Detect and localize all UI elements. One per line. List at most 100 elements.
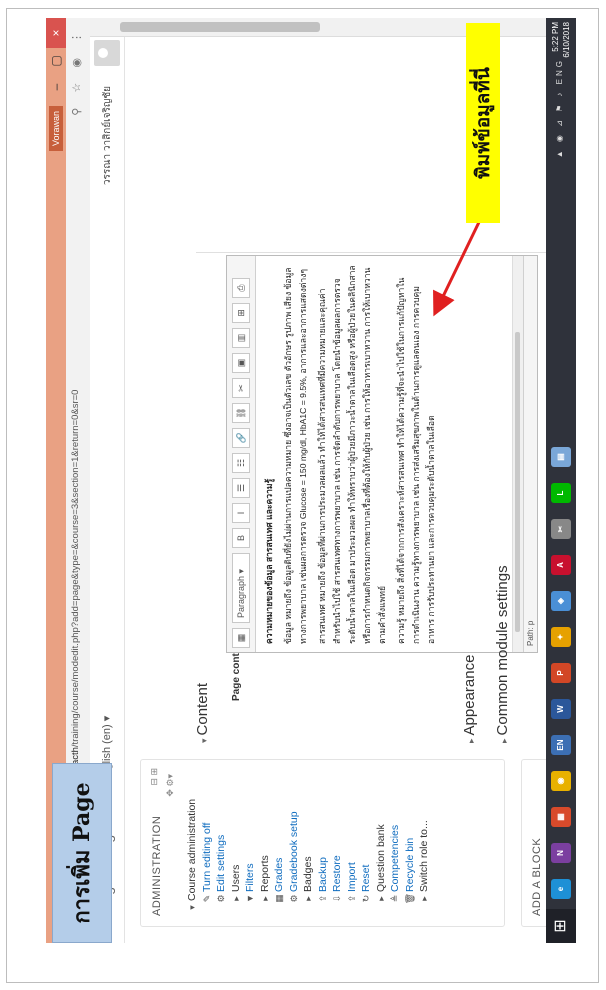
admin-menu: ▾Course administration ✎Turn editing off ⚙… — [185, 799, 432, 914]
common-settings-section-header[interactable]: ▸ Common module settings — [494, 565, 511, 743]
taskbar-app-icon[interactable]: ✦ — [551, 627, 571, 647]
taskbar-app-icon[interactable]: e — [551, 879, 571, 899]
close-button[interactable]: × — [46, 18, 66, 48]
admin-menu-item[interactable]: ⚙ Edit settings — [214, 799, 229, 914]
taskbar-clock[interactable]: 5:22 PM 6/10/2018 — [550, 22, 572, 58]
block-actions-icon[interactable]: ✥ ⚙▾ — [165, 774, 176, 797]
admin-menu-item[interactable]: ▦ Grades — [272, 799, 287, 914]
admin-menu-label: Reset — [360, 864, 372, 892]
minimize-button[interactable]: – — [46, 74, 66, 100]
fullscreen-button[interactable]: ⎙ — [232, 278, 250, 298]
user-badge[interactable]: Vorawan — [49, 106, 63, 152]
callout-label: พิมพ์ข้อมูลที่นี่ — [466, 23, 500, 223]
admin-menu-icon: ⇪ — [317, 894, 328, 903]
taskbar-app-icon[interactable]: A — [551, 555, 571, 575]
admin-menu-icon: ⚙ — [288, 894, 299, 903]
admin-menu-item[interactable]: ⇪ Backup — [316, 799, 331, 914]
admin-menu-label: Gradebook setup — [287, 811, 300, 892]
admin-menu-item[interactable]: 🗑Recycle bin — [403, 799, 418, 914]
unlink-button[interactable]: ⛓ — [232, 403, 250, 423]
paragraph-select[interactable]: Paragraph ▾ — [232, 553, 250, 623]
taskbar-app-icon[interactable]: N — [551, 843, 571, 863]
clock-time: 5:22 PM — [551, 22, 560, 52]
windows-taskbar: ⊞ ▲ ◉ ⊿ ⚑ ♪ ENG 5:22 PM 6/10/2018 e N ▦ ◉ EN… — [546, 18, 576, 943]
admin-menu-item[interactable]: ↻ Reset — [359, 799, 374, 914]
admin-menu-item[interactable]: ▸ Badges — [301, 799, 316, 914]
taskbar-app-icon[interactable]: EN — [551, 735, 571, 755]
admin-menu-item[interactable]: ▸ Reports — [258, 799, 273, 914]
administration-block: ADMINISTRATION ⊟ ⊞ ✥ ⚙▾ ▾ Course administ… — [140, 759, 505, 927]
content-divider — [196, 252, 576, 253]
admin-menu-icon: ▸ — [230, 896, 241, 901]
emoticon-button[interactable]: ✂ — [232, 378, 250, 398]
rotated-screenshot: Vorawan – ▢ × ridolacth/training/course/… — [46, 18, 576, 943]
windows-start-icon[interactable]: ⊞ — [546, 909, 576, 943]
admin-menu-label: Reports — [258, 855, 271, 892]
bold-button[interactable]: B — [232, 528, 250, 548]
admin-menu-icon: ⇩ — [332, 894, 342, 903]
content-section-title: Content — [194, 682, 211, 736]
block-dock-icon[interactable]: ⊟ ⊞ — [149, 768, 160, 786]
admin-menu-item[interactable]: ⚙ Gradebook setup — [287, 799, 302, 914]
editor-body[interactable]: ความหมายของข้อมูล สารสนเทศ และความรู้ ข้… — [256, 256, 449, 652]
admin-menu-label: Edit settings — [215, 834, 227, 892]
admin-menu-icon: ▸ — [419, 896, 429, 901]
chevron-down-icon: ▾ — [199, 738, 209, 743]
admin-menu-label: Badges — [302, 856, 314, 892]
numbered-list-button[interactable]: ☷ — [232, 453, 250, 473]
admin-menu-item[interactable]: ▾ Course administration — [185, 799, 200, 914]
taskbar-app-icon[interactable]: ▤ — [551, 447, 571, 467]
admin-menu-icon: 🗑 — [404, 892, 415, 905]
admin-menu-item[interactable]: ⇩ Restore — [330, 799, 345, 914]
italic-button[interactable]: I — [232, 503, 250, 523]
admin-menu-label: Grades — [273, 857, 285, 892]
editor-toolbar: ▦ Paragraph ▾ B I ☰ ☷ 🔗 ⛓ ✂ ▣ ▥ ⊞ ⎙ — [227, 256, 256, 652]
maximize-button[interactable]: ▢ — [46, 48, 66, 74]
taskbar-app-icon[interactable]: P — [551, 663, 571, 683]
admin-menu-icon: ▸ — [375, 896, 386, 901]
appearance-section-header[interactable]: ▸ Appearance — [461, 655, 478, 743]
file-manager-button[interactable]: ⊞ — [232, 303, 250, 323]
admin-menu-item[interactable]: ✎ Turn editing off — [200, 799, 215, 914]
admin-menu-item[interactable]: ▸ Users — [229, 799, 244, 914]
scrollbar-thumb[interactable] — [120, 22, 320, 32]
admin-menu-item[interactable]: ▸ Switch role to... — [417, 799, 432, 914]
url-field[interactable]: ridolacth/training/course/modedit.php?ad… — [70, 390, 81, 783]
editor-path: Path: p — [523, 256, 537, 652]
page-scrollbar[interactable] — [90, 18, 576, 37]
admin-menu-icon: ▸ — [303, 896, 313, 901]
editor-scrollbar[interactable] — [512, 256, 523, 652]
taskbar-app-icon[interactable]: ▦ — [551, 807, 571, 827]
toolbar-toggle-icon[interactable]: ▦ — [232, 628, 250, 648]
image-button[interactable]: ▣ — [232, 353, 250, 373]
admin-menu-item[interactable]: ▼ Filters — [243, 799, 258, 914]
admin-menu-label: Competencies — [389, 824, 401, 892]
system-tray[interactable]: ▲ ◉ ⊿ ⚑ ♪ ENG — [555, 58, 564, 158]
admin-menu-label: Restore — [331, 855, 343, 892]
taskbar-app-icon[interactable]: ✂ — [551, 519, 571, 539]
admin-menu-item[interactable]: ▸ Question bank — [374, 799, 389, 914]
admin-menu-icon: ▸ — [259, 896, 270, 901]
taskbar-app-icon[interactable]: ◈ — [551, 591, 571, 611]
admin-menu-label: Turn editing off — [200, 822, 213, 892]
admin-menu-label: Import — [345, 862, 358, 892]
admin-menu-label: Switch role to... — [418, 820, 430, 892]
bullet-list-button[interactable]: ☰ — [232, 478, 250, 498]
clock-date: 6/10/2018 — [562, 22, 571, 58]
admin-menu-item[interactable]: ≜ Competencies — [388, 799, 403, 914]
taskbar-app-icon[interactable]: ◉ — [551, 771, 571, 791]
taskbar-app-icon[interactable]: W — [551, 699, 571, 719]
admin-menu-item[interactable]: ⇪ Import — [345, 799, 360, 914]
link-button[interactable]: 🔗 — [232, 428, 250, 448]
admin-menu-icon: ✎ — [201, 894, 212, 903]
taskbar-app-icon[interactable]: L — [551, 483, 571, 503]
admin-menu-label: Backup — [316, 856, 329, 892]
slide-title: การเพิ่ม Page — [52, 763, 112, 943]
browser-toolbar-icons[interactable]: ⚲ ☆ ◉ ⋮ — [70, 26, 83, 116]
media-button[interactable]: ▥ — [232, 328, 250, 348]
editor-paragraph-information: สารสนเทศ หมายถึง ข้อมูลที่ผ่านการประมวลผ… — [317, 265, 387, 644]
user-name[interactable]: วรรณา วาสิกย์เจริญชัย — [100, 86, 115, 185]
avatar[interactable] — [94, 40, 120, 66]
content-section-header[interactable]: ▾ Content — [194, 683, 211, 743]
chevron-right-icon: ▸ — [466, 738, 476, 743]
